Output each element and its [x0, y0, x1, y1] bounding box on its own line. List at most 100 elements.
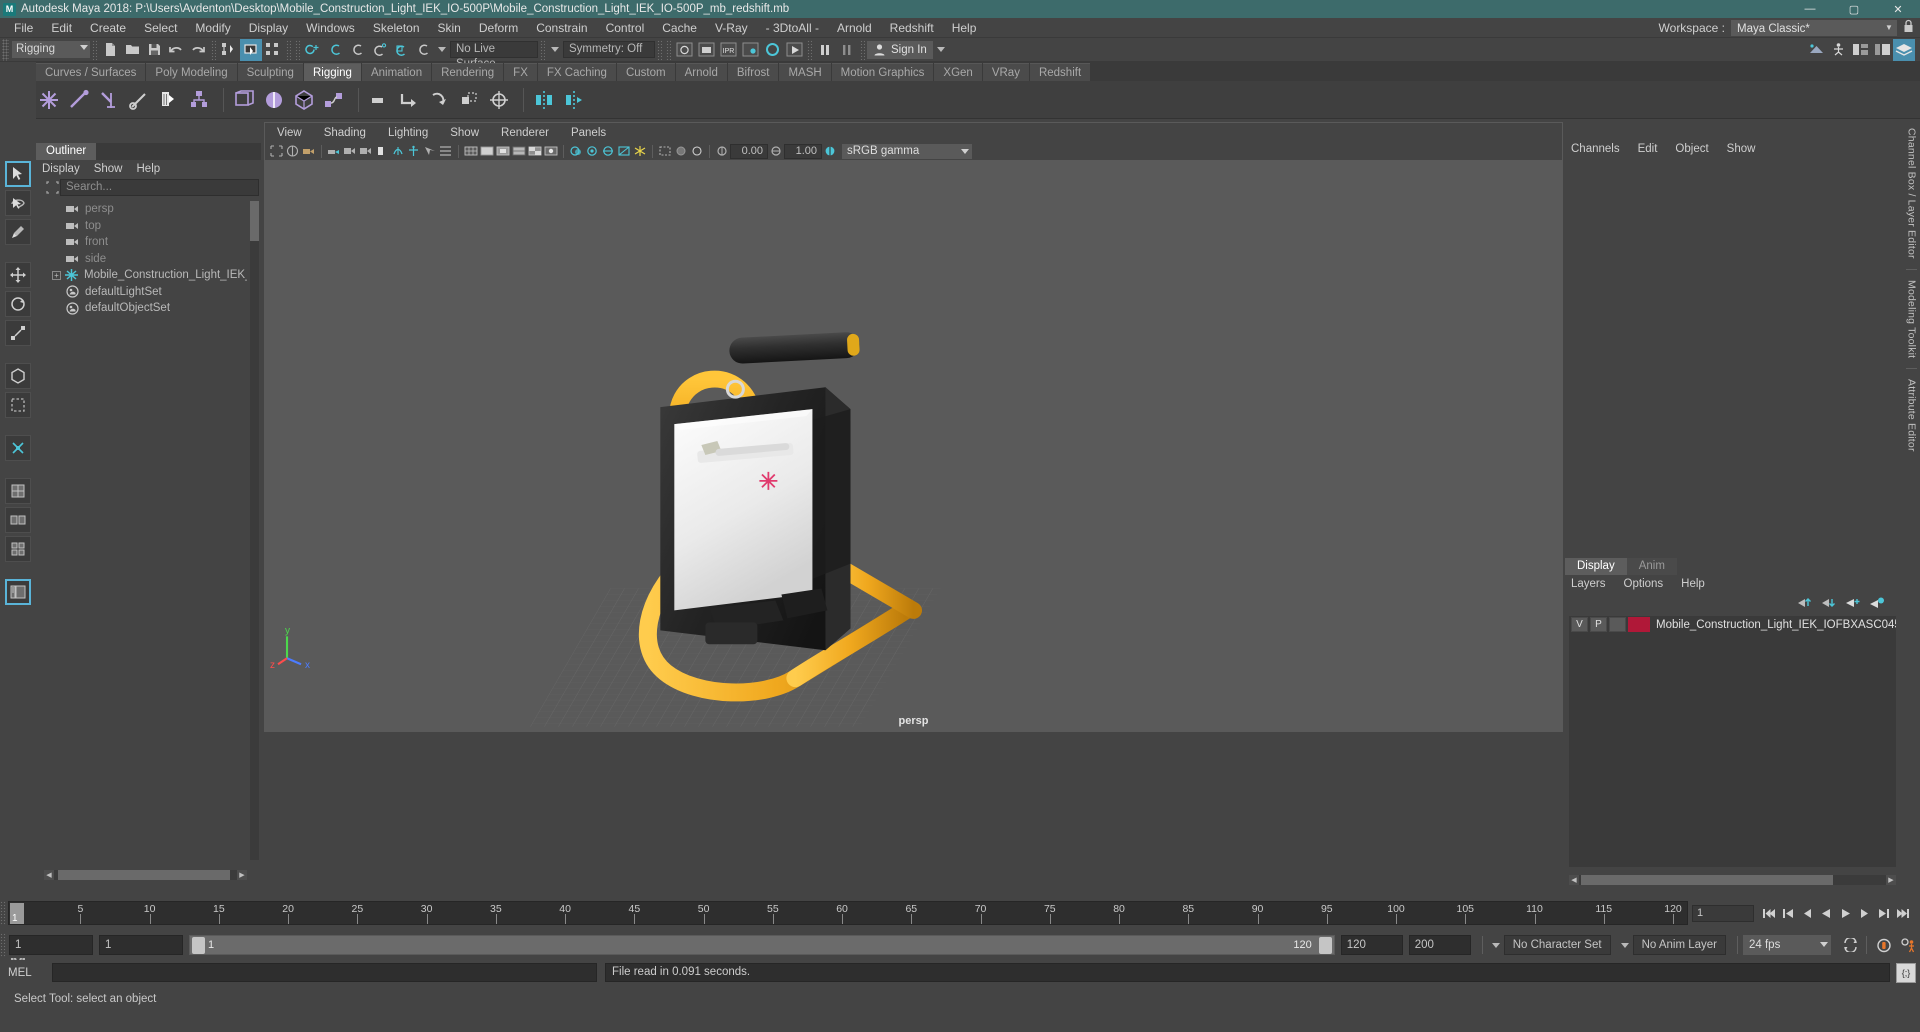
viewport-menu-renderer[interactable]: Renderer: [501, 127, 549, 139]
menu-vray[interactable]: V-Ray: [706, 18, 757, 38]
go-to-start-icon[interactable]: [1760, 904, 1779, 922]
command-input[interactable]: [52, 963, 597, 982]
shelf-tab-xgen[interactable]: XGen: [934, 63, 982, 81]
current-frame-field[interactable]: 1: [1692, 904, 1754, 922]
new-layer-from-selected-icon[interactable]: [1868, 594, 1886, 610]
menu-file[interactable]: File: [5, 18, 42, 38]
play-forw29ards-icon[interactable]: [1836, 904, 1855, 922]
strip-label-channel-box[interactable]: Channel Box / Layer Editor: [1906, 122, 1918, 265]
anti-aliasing-icon[interactable]: [616, 143, 631, 159]
bookmark-icon[interactable]: [326, 143, 341, 159]
shelf-tab-curves-surfaces[interactable]: Curves / Surfaces: [36, 63, 146, 81]
range-end-handle[interactable]: [1318, 937, 1332, 954]
paint-skin-weights-icon[interactable]: [156, 85, 182, 115]
redo-icon[interactable]: [187, 39, 209, 61]
viewport-menu-lighting[interactable]: Lighting: [388, 127, 428, 139]
workspace-rigging-icon[interactable]: [1827, 39, 1849, 61]
film-gate-icon[interactable]: [406, 143, 421, 159]
outliner-item-mobile-construction-light[interactable]: + Mobile_Construction_Light_IEK_IO_500: [44, 267, 247, 284]
outliner-item-default-light-set[interactable]: defaultLightSet: [44, 284, 247, 301]
select-component-icon[interactable]: [262, 39, 284, 61]
play-backwards-icon[interactable]: [1817, 904, 1836, 922]
chevron-down-icon[interactable]: [1491, 942, 1500, 948]
shadows-icon[interactable]: [568, 143, 583, 159]
channel-box-body[interactable]: [1567, 160, 1900, 552]
shelf-tab-mash[interactable]: MASH: [779, 63, 831, 81]
menu-constrain[interactable]: Constrain: [527, 18, 596, 38]
outliner-item-persp[interactable]: persp: [44, 201, 247, 218]
lasso-tool-button[interactable]: [5, 190, 31, 216]
point-constraint-icon[interactable]: [396, 85, 422, 115]
camera-attributes-icon[interactable]: [301, 143, 316, 159]
shelf-tab-poly-modeling[interactable]: Poly Modeling: [146, 63, 237, 81]
isolate-select-icon[interactable]: [657, 143, 672, 159]
cluster-deformer-icon[interactable]: [261, 85, 287, 115]
menu-create[interactable]: Create: [81, 18, 135, 38]
color-space-select[interactable]: sRGB gamma: [842, 143, 972, 159]
shelf-tab-rigging[interactable]: Rigging: [303, 63, 361, 81]
create-character-set-icon[interactable]: [186, 85, 212, 115]
layer-playback-toggle[interactable]: P: [1590, 617, 1607, 632]
shelf-tab-motion-graphics[interactable]: Motion Graphics: [831, 63, 934, 81]
expand-toggle-icon[interactable]: +: [52, 270, 61, 280]
shelf-tab-vray[interactable]: VRay: [982, 63, 1029, 81]
outliner-item-side[interactable]: side: [44, 251, 247, 268]
layer-name[interactable]: Mobile_Construction_Light_IEK_IOFBXASC04…: [1656, 619, 1896, 631]
shelf-tab-arnold[interactable]: Arnold: [675, 63, 727, 81]
hypershade-icon[interactable]: [761, 39, 783, 61]
orient-constraint-icon[interactable]: [426, 85, 452, 115]
outliner-menu-help[interactable]: Help: [137, 163, 161, 175]
chevron-down-icon[interactable]: [551, 47, 559, 52]
snap-curve-icon[interactable]: [324, 39, 346, 61]
select-object-icon[interactable]: [240, 38, 262, 61]
workspace-modeling-icon[interactable]: [1805, 39, 1827, 61]
render-settings-icon[interactable]: [739, 39, 761, 61]
scroll-right-icon[interactable]: ▶: [237, 870, 247, 880]
snap-together-tool-button[interactable]: [5, 435, 31, 461]
viewport-menu-panels[interactable]: Panels: [571, 127, 606, 139]
wireframe-on-shaded-icon[interactable]: [511, 143, 526, 159]
layer-color-swatch[interactable]: [1628, 617, 1650, 632]
auto-keyframe-toggle-icon[interactable]: [1872, 935, 1896, 955]
snap-extra-icon[interactable]: [412, 39, 434, 61]
mirror-skin-weights-icon[interactable]: [561, 85, 587, 115]
layer-row[interactable]: V P Mobile_Construction_Light_IEK_IOFBXA…: [1569, 616, 1896, 633]
exposure-icon[interactable]: [438, 143, 453, 159]
new-layer-icon[interactable]: [1844, 594, 1862, 610]
shelf-tab-rendering[interactable]: Rendering: [432, 63, 504, 81]
snap-point-icon[interactable]: [346, 39, 368, 61]
menu-edit[interactable]: Edit: [42, 18, 81, 38]
animation-start-field[interactable]: 1: [9, 935, 93, 955]
menu-select[interactable]: Select: [135, 18, 186, 38]
move-tool-button[interactable]: [5, 262, 31, 288]
viewport-3d-scene[interactable]: y x z persp: [265, 160, 1562, 731]
menu-control[interactable]: Control: [597, 18, 654, 38]
scroll-left-icon[interactable]: ◀: [44, 870, 54, 880]
pause-render-icon[interactable]: [814, 39, 836, 61]
layer-tab-anim[interactable]: Anim: [1626, 558, 1677, 575]
rotate-tool-button[interactable]: [5, 291, 31, 317]
menu-skin[interactable]: Skin: [429, 18, 470, 38]
close-button[interactable]: ✕: [1876, 0, 1920, 18]
minimize-button[interactable]: —: [1788, 0, 1832, 18]
time-slider-grip[interactable]: [0, 901, 6, 925]
color-space-icon[interactable]: [822, 143, 837, 159]
layer-horizontal-scrollbar[interactable]: ◀ ▶: [1569, 875, 1896, 885]
render-view-icon[interactable]: [673, 39, 695, 61]
color-management-icon[interactable]: [632, 143, 647, 159]
outliner-item-top[interactable]: top: [44, 218, 247, 235]
menu-skeleton[interactable]: Skeleton: [364, 18, 429, 38]
wireframe-shading-icon[interactable]: [463, 143, 478, 159]
select-hierarchy-icon[interactable]: [218, 39, 240, 61]
statusline-gripper[interactable]: [2, 38, 9, 61]
select-camera-icon[interactable]: [269, 143, 284, 159]
range-start-handle[interactable]: [192, 937, 205, 954]
scale-tool-button[interactable]: [5, 320, 31, 346]
ik-handle-icon[interactable]: [66, 85, 92, 115]
command-language-label[interactable]: MEL: [8, 967, 52, 979]
menu-redshift[interactable]: Redshift: [881, 18, 943, 38]
menu-deform[interactable]: Deform: [470, 18, 527, 38]
parent-constraint-icon[interactable]: [366, 85, 392, 115]
image-plane-icon[interactable]: [342, 143, 357, 159]
two-d-pan-zoom-icon[interactable]: [358, 143, 373, 159]
